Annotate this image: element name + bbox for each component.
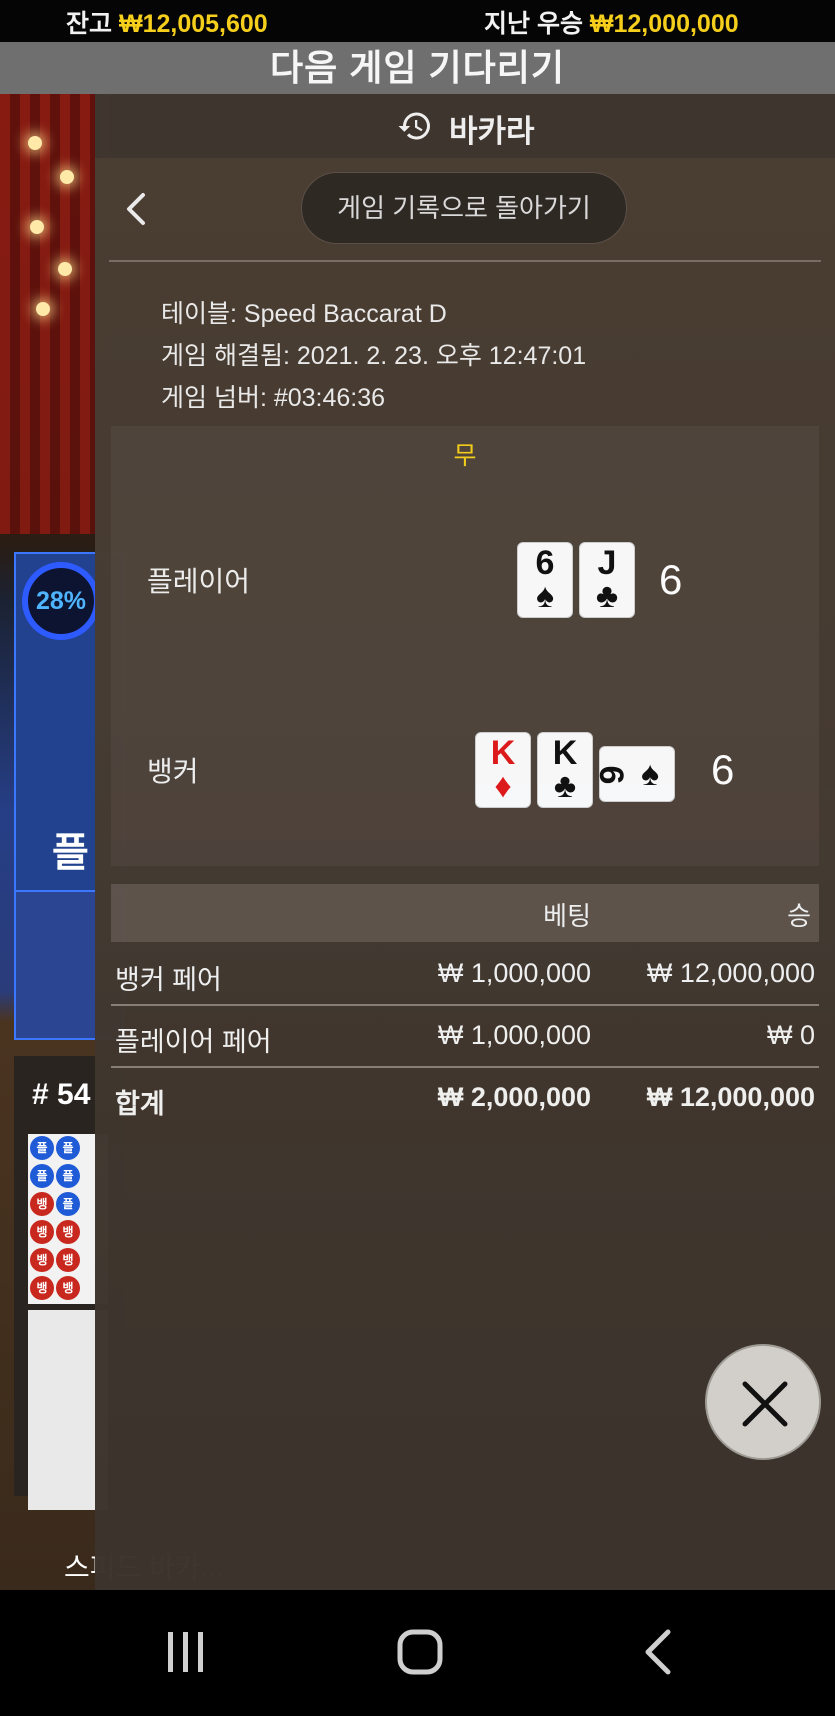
table-row: 뱅커 페어 ₩ 1,000,000 ₩ 12,000,000 — [111, 944, 819, 1006]
lamp-decoration — [60, 170, 74, 184]
recent-apps-icon[interactable] — [164, 1628, 208, 1676]
club-icon: ♣ — [553, 767, 577, 805]
close-button[interactable] — [705, 1344, 821, 1460]
back-to-history-button[interactable]: 게임 기록으로 돌아가기 — [301, 172, 627, 244]
lamp-decoration — [30, 220, 44, 234]
balance-value: ₩12,005,600 — [118, 10, 268, 38]
shoe-number: # 54 — [32, 1078, 91, 1111]
road-dot-player: 플 — [56, 1164, 80, 1188]
club-icon: ♣ — [595, 577, 619, 615]
total-row: 합계 ₩ 2,000,000 ₩ 12,000,000 — [111, 1068, 819, 1130]
divider — [109, 260, 821, 262]
last-win-value: ₩12,000,000 — [589, 10, 739, 38]
player-label: 플레이어 — [147, 566, 251, 597]
banker-card-3: 6 ♠ — [592, 746, 675, 802]
table-info: 테이블: Speed Baccarat D — [161, 300, 447, 328]
total-bet: ₩ 2,000,000 — [437, 1082, 591, 1112]
player-score: 6 — [659, 556, 683, 603]
road-dot-player: 플 — [30, 1136, 54, 1160]
back-icon[interactable] — [640, 1628, 676, 1676]
banker-label: 뱅커 — [147, 756, 199, 787]
round-timer: 28% — [22, 562, 100, 640]
road-dot-player: 플 — [56, 1192, 80, 1216]
history-icon — [398, 112, 430, 140]
card-rank: J — [597, 544, 617, 582]
top-status-bar: 잔고 ₩12,005,600 지난 우승 ₩12,000,000 — [0, 0, 835, 42]
balance-display: 잔고 ₩12,005,600 — [66, 4, 268, 40]
last-win-label: 지난 우승 — [484, 10, 583, 38]
banker-card-1: K ♦ — [475, 732, 531, 808]
game-result-box: 무 플레이어 6 ♠ J ♣ 6 뱅커 K ♦ K ♣ 6 ♠ 6 — [111, 426, 819, 866]
system-nav-bar — [0, 1590, 835, 1716]
bet-name: 플레이어 페어 — [115, 1027, 272, 1057]
game-number: 게임 넘버: #03:46:36 — [161, 384, 386, 412]
win-amount: ₩ 0 — [766, 1020, 815, 1050]
panel-header: 바카라 — [95, 94, 835, 158]
card-rank: 6 — [592, 765, 630, 785]
spade-icon: ♠ — [640, 755, 660, 793]
road-dot-banker: 뱅 — [56, 1220, 80, 1244]
home-icon[interactable] — [396, 1628, 444, 1676]
curtain-decoration — [0, 94, 110, 534]
road-dot-banker: 뱅 — [56, 1276, 80, 1300]
diamond-icon: ♦ — [494, 767, 512, 805]
bet-amount: ₩ 1,000,000 — [437, 1020, 591, 1050]
card-rank: K — [490, 734, 516, 772]
table-row: 플레이어 페어 ₩ 1,000,000 ₩ 0 — [111, 1006, 819, 1068]
outcome-label: 무 — [453, 442, 477, 470]
last-win-display: 지난 우승 ₩12,000,000 — [484, 4, 739, 40]
banker-card-2: K ♣ — [537, 732, 593, 808]
total-win: ₩ 12,000,000 — [646, 1082, 815, 1112]
bet-name: 뱅커 페어 — [115, 965, 222, 995]
win-amount: ₩ 12,000,000 — [646, 958, 815, 988]
win-column-header: 승 — [787, 901, 811, 931]
card-rank: 6 — [535, 544, 555, 582]
lamp-decoration — [36, 302, 50, 316]
panel-title: 바카라 — [449, 114, 535, 149]
bets-table-header: 베팅 승 — [111, 884, 819, 942]
road-dot-banker: 뱅 — [30, 1276, 54, 1300]
road-dot-banker: 뱅 — [30, 1220, 54, 1244]
close-icon — [742, 1381, 788, 1427]
road-dot-banker: 뱅 — [56, 1248, 80, 1272]
player-card-2: J ♣ — [579, 542, 635, 618]
lamp-decoration — [58, 262, 72, 276]
road-dot-banker: 뱅 — [30, 1248, 54, 1272]
resolved-time: 게임 해결됨: 2021. 2. 23. 오후 12:47:01 — [161, 342, 587, 370]
banker-score: 6 — [711, 746, 735, 793]
road-dot-player: 플 — [30, 1164, 54, 1188]
player-card-1: 6 ♠ — [517, 542, 573, 618]
road-dot-player: 플 — [56, 1136, 80, 1160]
waiting-banner: 다음 게임 기다리기 — [0, 42, 835, 94]
bet-amount: ₩ 1,000,000 — [437, 958, 591, 988]
spade-icon: ♠ — [535, 577, 555, 615]
lamp-decoration — [28, 136, 42, 150]
chevron-left-icon[interactable] — [123, 192, 149, 226]
road-dot-banker: 뱅 — [30, 1192, 54, 1216]
card-rank: K — [552, 734, 578, 772]
balance-label: 잔고 — [66, 10, 113, 38]
total-label: 합계 — [115, 1089, 165, 1119]
bet-column-header: 베팅 — [543, 901, 591, 931]
player-bet-label: 플 — [52, 831, 89, 875]
